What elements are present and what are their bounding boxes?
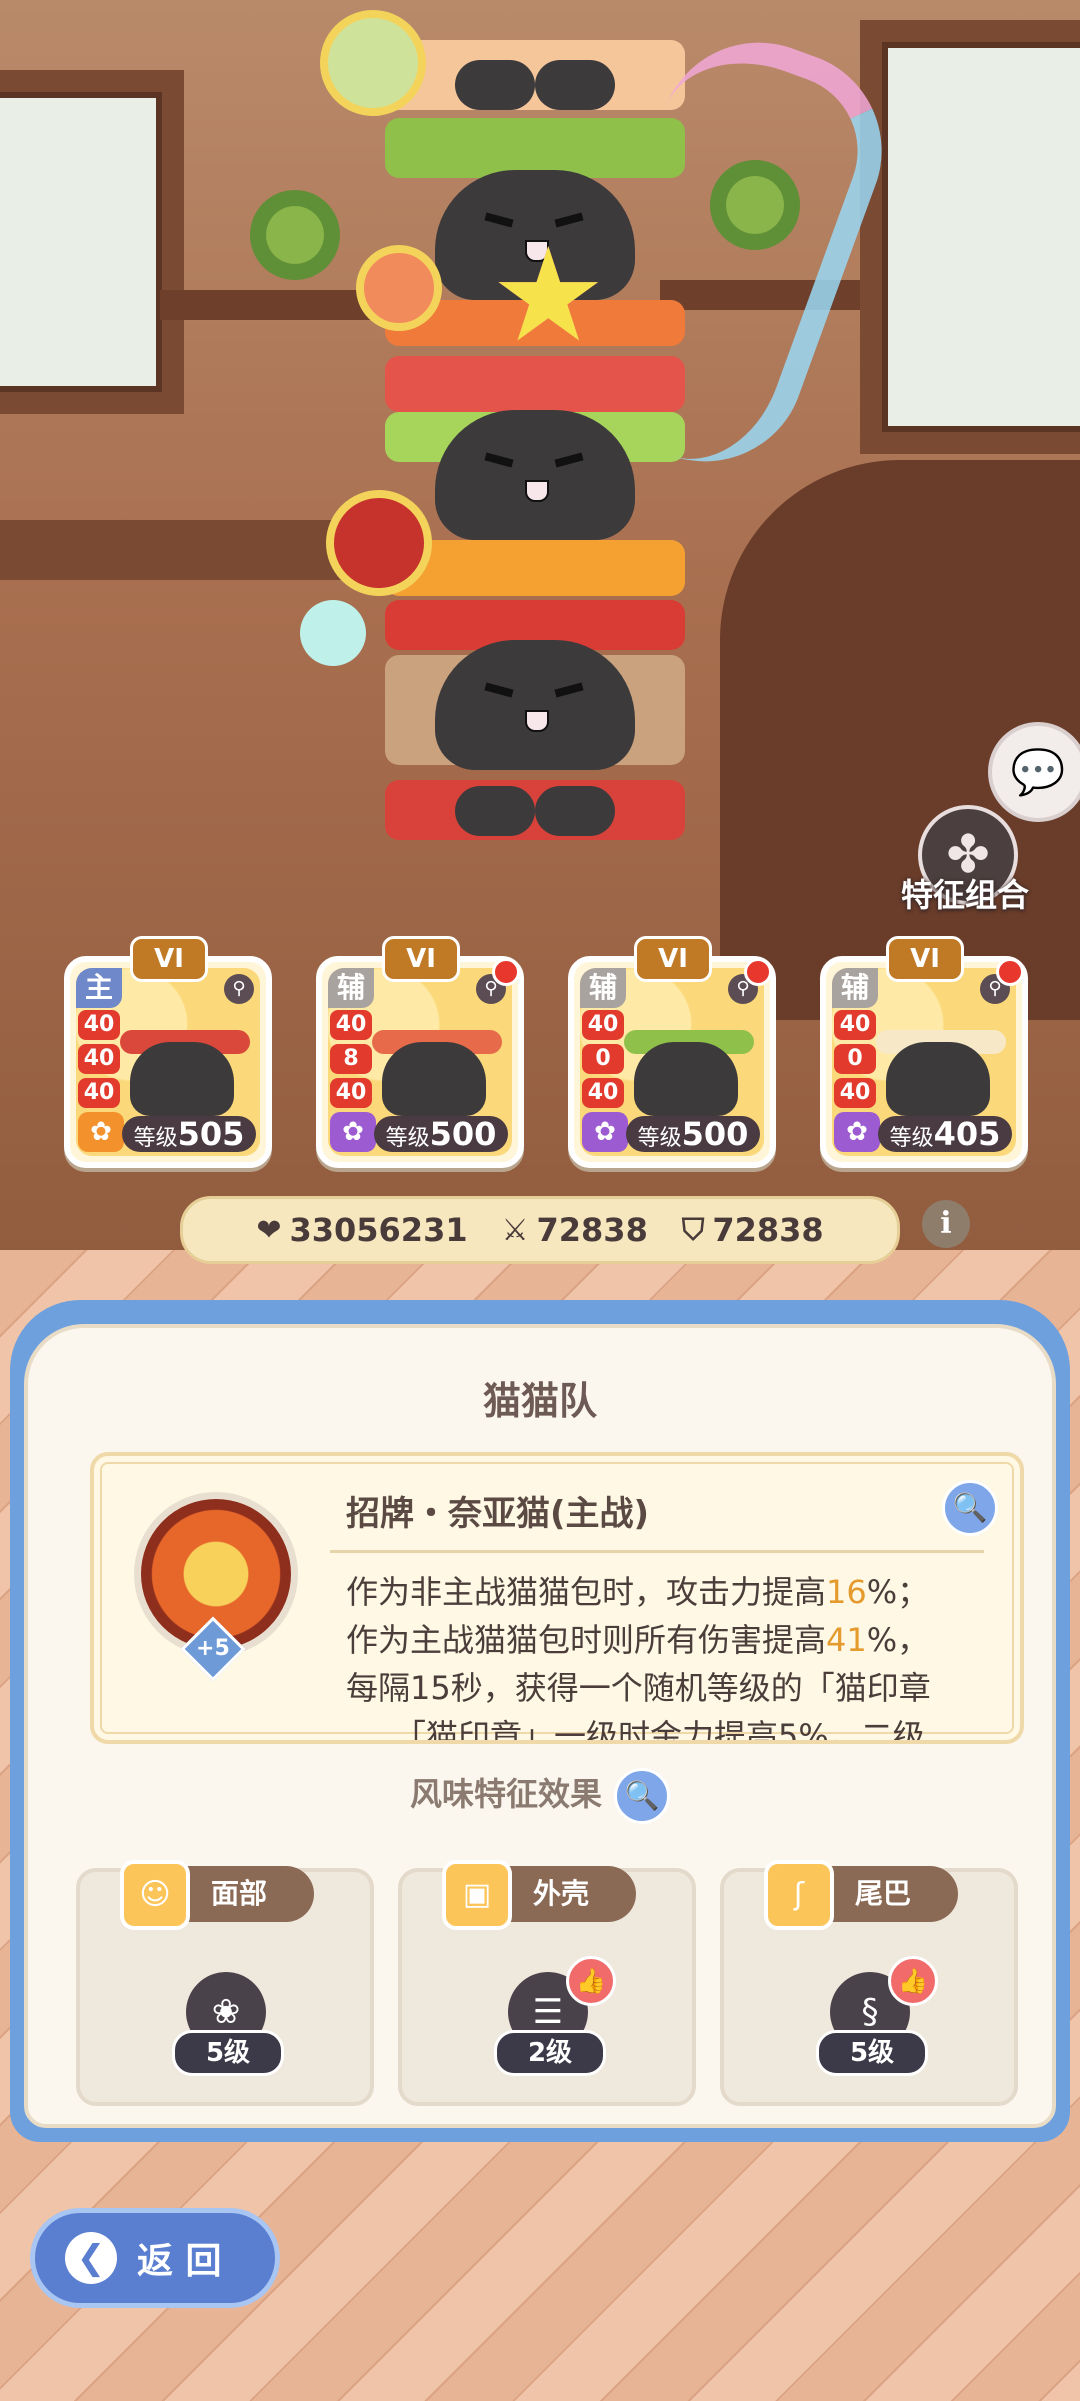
skill-card: +5 招牌・奈亚猫(主战) 🔍 作为非主战猫猫包时，攻击力提高16%； 作为主战… (90, 1452, 1024, 1744)
cat-paw (535, 786, 615, 836)
lock-icon: ⚲ (224, 974, 254, 1004)
glow-orb (300, 600, 366, 666)
skill-zoom-button[interactable]: 🔍 (942, 1480, 998, 1536)
level-badge: 等级500 (374, 1116, 508, 1152)
skill-name: 招牌・奈亚猫(主战) (346, 1494, 650, 1534)
rank-badge: VI (130, 936, 208, 982)
chat-bubble-button[interactable]: 💬 (988, 722, 1080, 822)
paw-icon: ✿ (582, 1112, 628, 1152)
stat-badge: 0 (582, 1044, 624, 1074)
team-panel: 猫猫队 +5 招牌・奈亚猫(主战) 🔍 作为非主战猫猫包时，攻击力提高16%； … (10, 1300, 1070, 2142)
team-panel-body: 猫猫队 +5 招牌・奈亚猫(主战) 🔍 作为非主战猫猫包时，攻击力提高16%； … (24, 1324, 1056, 2128)
attack-value: 72838 (536, 1211, 648, 1249)
divider (330, 1550, 984, 1553)
rank-badge: VI (886, 936, 964, 982)
cat-paw (455, 60, 535, 110)
role-badge: 辅 (328, 968, 374, 1008)
shrimp-skewer-icon (356, 245, 442, 331)
shield-icon: ⛉ (681, 1212, 705, 1248)
cat-portrait (130, 1042, 234, 1116)
cat-body (435, 410, 635, 540)
stat-badge: 40 (330, 1078, 372, 1108)
plant-left (250, 190, 340, 280)
flavor-effects-title: 风味特征效果 🔍 (28, 1768, 1052, 1824)
stat-badge: 40 (330, 1010, 372, 1040)
thumbs-up-icon: 👍 (566, 1956, 616, 2006)
food-layer (385, 118, 685, 178)
hp-value: 33056231 (289, 1211, 468, 1249)
magnifier-icon: 🔍 (952, 1491, 988, 1524)
level-badge: 等级505 (122, 1116, 256, 1152)
cat-paw (455, 786, 535, 836)
paw-icon: ✿ (330, 1112, 376, 1152)
cat-portrait (382, 1042, 486, 1116)
feature-level: 2级 (494, 2030, 606, 2076)
shell-icon: ▣ (442, 1860, 512, 1930)
avocado-skewer-icon (320, 10, 426, 116)
role-badge: 主 (76, 968, 122, 1008)
notification-dot (996, 958, 1024, 986)
crossed-swords-icon: ⚔ (501, 1212, 529, 1248)
cat-paw (535, 60, 615, 110)
chat-icon: 💬 (1010, 747, 1066, 798)
stat-badge: 0 (834, 1044, 876, 1074)
notification-dot (492, 958, 520, 986)
feature-face[interactable]: 面部 ☺ ❀ 5级 (76, 1860, 374, 2106)
food-layer (385, 40, 685, 110)
trait-combo-label[interactable]: 特征组合 (890, 870, 1040, 916)
level-badge: 等级500 (626, 1116, 760, 1152)
team-card[interactable]: 辅 40 8 40 ✿ 等级500 ⚲ VI (316, 936, 524, 1168)
back-arrow-icon: ❮ (65, 2232, 117, 2284)
notification-dot (744, 958, 772, 986)
shelf-left (160, 290, 380, 320)
rank-badge: VI (634, 936, 712, 982)
back-button[interactable]: ❮ 返 回 (30, 2208, 280, 2308)
cat-portrait (634, 1042, 738, 1116)
info-button[interactable]: i (922, 1200, 970, 1248)
cat-face-icon: ☺ (120, 1860, 190, 1930)
tail-icon: ʃ (764, 1860, 834, 1930)
cat-portrait (886, 1042, 990, 1116)
skill-description: 作为非主战猫猫包时，攻击力提高16%； 作为主战猫猫包时则所有伤害提高41%， … (346, 1573, 931, 1744)
stat-badge: 40 (78, 1078, 120, 1108)
team-card[interactable]: 主 40 40 40 ✿ 等级505 ⚲ VI (64, 936, 272, 1168)
window-left (0, 70, 184, 414)
stat-badge: 40 (582, 1010, 624, 1040)
stat-badge: 8 (330, 1044, 372, 1074)
team-stats-bar: ❤ 33056231 ⚔ 72838 ⛉ 72838 (180, 1196, 900, 1264)
panel-title: 猫猫队 (482, 1379, 597, 1423)
heart-icon: ❤ (256, 1212, 282, 1248)
paw-icon: ✿ (78, 1112, 124, 1152)
stat-badge: 40 (834, 1010, 876, 1040)
feature-shell[interactable]: 外壳 ▣ ☰ 👍 2级 (398, 1860, 696, 2106)
role-badge: 辅 (580, 968, 626, 1008)
highlight-value: 41 (826, 1621, 867, 1659)
steak-skewer-icon (326, 490, 432, 596)
back-label: 返 回 (137, 2241, 222, 2282)
feature-level: 5级 (816, 2030, 928, 2076)
stat-badge: 40 (78, 1010, 120, 1040)
role-badge: 辅 (832, 968, 878, 1008)
thumbs-up-icon: 👍 (888, 1956, 938, 2006)
cat-body (435, 640, 635, 770)
paw-icon: ✿ (834, 1112, 880, 1152)
highlight-value: 16 (826, 1573, 867, 1611)
level-badge: 等级405 (878, 1116, 1012, 1152)
stat-badge: 40 (582, 1078, 624, 1108)
team-card[interactable]: 辅 40 0 40 ✿ 等级405 ⚲ VI (820, 936, 1028, 1168)
feature-tail[interactable]: 尾巴 ʃ § 👍 5级 (720, 1860, 1018, 2106)
window-right (860, 20, 1080, 454)
feature-level: 5级 (172, 2030, 284, 2076)
team-card[interactable]: 辅 40 0 40 ✿ 等级500 ⚲ VI (568, 936, 776, 1168)
stat-badge: 40 (78, 1044, 120, 1074)
defense-value: 72838 (712, 1211, 824, 1249)
stat-badge: 40 (834, 1078, 876, 1108)
rank-badge: VI (382, 936, 460, 982)
flavor-zoom-button[interactable]: 🔍 (614, 1768, 670, 1824)
